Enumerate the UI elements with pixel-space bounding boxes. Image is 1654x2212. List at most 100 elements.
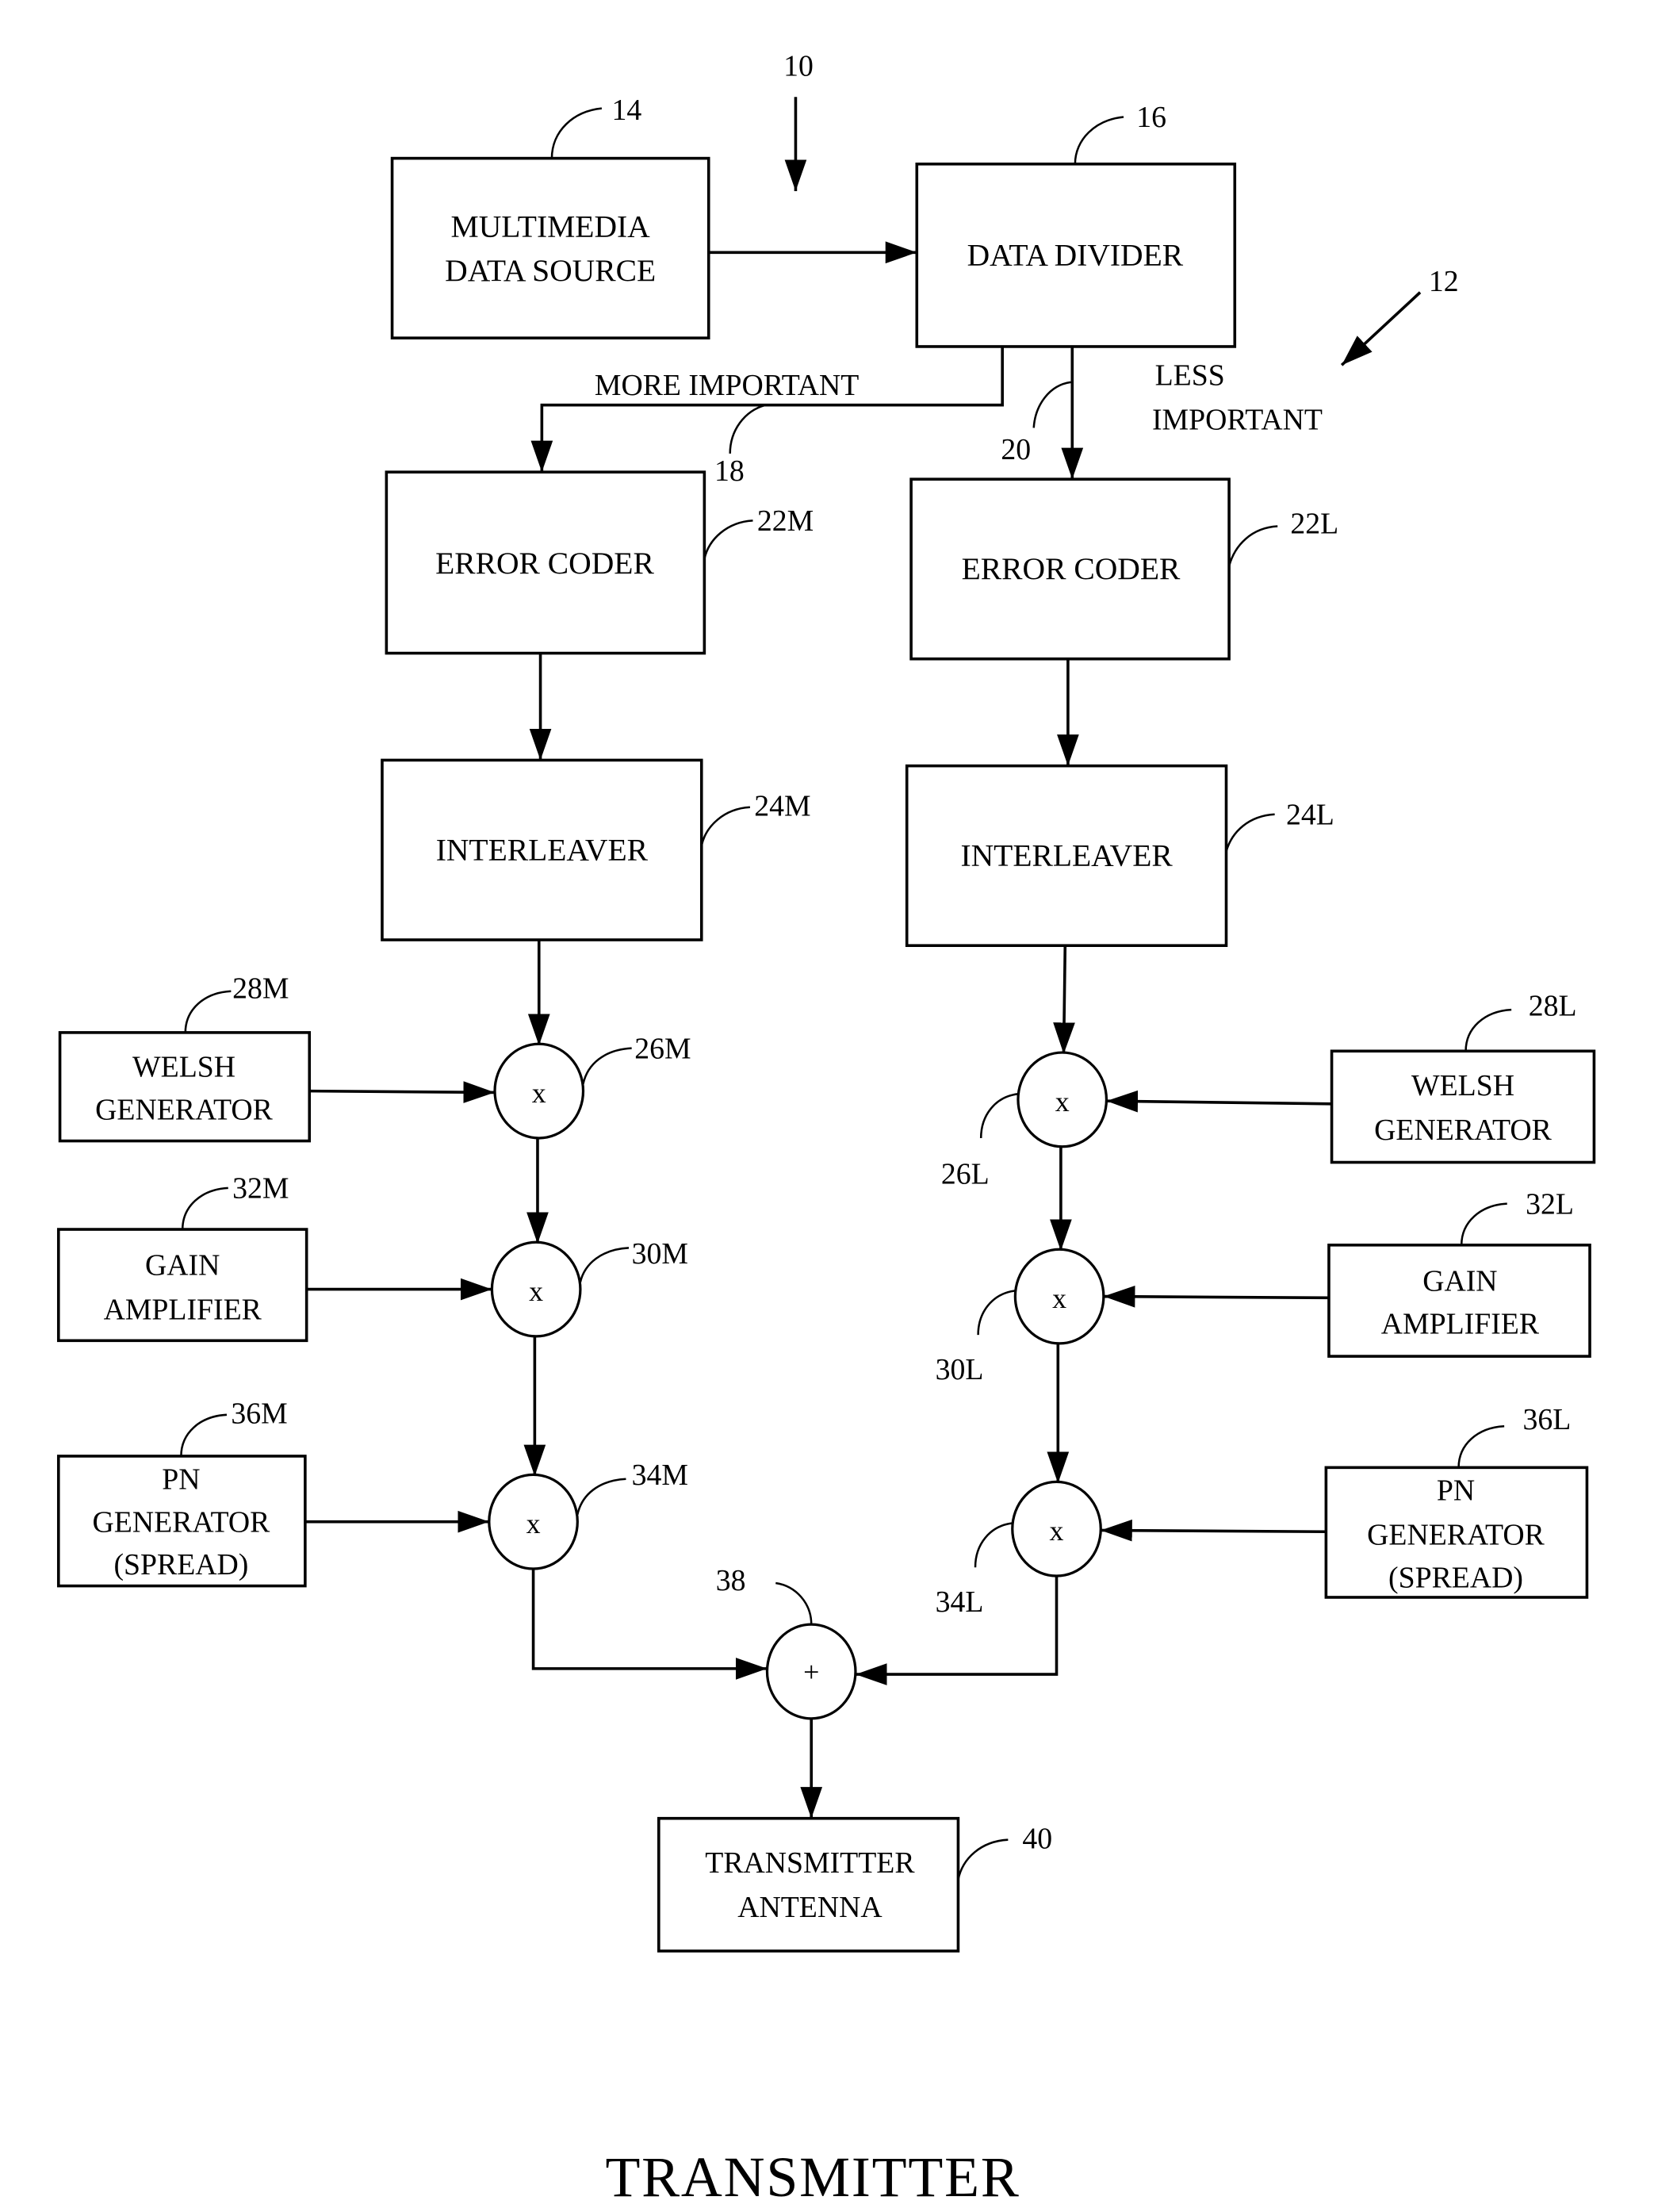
ref-leader [1460, 1202, 1507, 1245]
multiplier-34m: x 34M [488, 1459, 688, 1570]
ref-leader [729, 404, 767, 454]
ref-leader [1457, 1424, 1505, 1468]
block-label-line: MULTIMEDIA [451, 209, 651, 244]
ref-label-28l: 28L [1529, 989, 1577, 1022]
ref-leader [181, 1187, 228, 1230]
pn-l-to-34l-arrow [1101, 1519, 1327, 1542]
block-label-line: GENERATOR [93, 1505, 271, 1539]
ref-label-16: 16 [1136, 101, 1166, 134]
block-label-line: DATA SOURCE [445, 253, 656, 288]
gain-amplifier-m-block: GAIN AMPLIFIER 32M [56, 1171, 308, 1343]
ref-label-28m: 28M [232, 972, 289, 1006]
transmitter-block-diagram: 10 12 MULTIMEDIA DATA SOURCE 14 DATA DIV… [56, 49, 1596, 2209]
ref-label-32m: 32M [232, 1171, 289, 1205]
multiplier-30l: x 30L [936, 1248, 1105, 1386]
block-label-line: (SPREAD) [113, 1548, 248, 1581]
ref-label-26m: 26M [634, 1032, 691, 1065]
multiplier-26l: x 26L [941, 1051, 1108, 1191]
gain-amplifier-l-block: GAIN AMPLIFIER 32L [1327, 1187, 1591, 1358]
ref-leader [1074, 116, 1124, 164]
multiplier-34l: x 34L [936, 1480, 1102, 1619]
ref-leader [180, 1413, 228, 1456]
ref-leader [957, 1838, 1009, 1880]
block-label-line: GENERATOR [1374, 1114, 1553, 1147]
ref-leader [582, 1047, 632, 1084]
welsh-generator-m-block: WELSH GENERATOR 28M [58, 972, 312, 1143]
ref-label-32l: 32L [1526, 1187, 1574, 1221]
ref-leader [979, 1092, 1019, 1138]
ref-label-10: 10 [783, 49, 814, 82]
ref-leader [1227, 525, 1278, 567]
less-important-label-line: IMPORTANT [1152, 403, 1323, 436]
transmitter-reference-12: 12 [1340, 265, 1459, 366]
interleaver-to-26l-arrow [1053, 945, 1075, 1054]
more-important-path: MORE IMPORTANT 18 [530, 346, 1004, 488]
block-label-line: WELSH [1411, 1069, 1514, 1102]
figure-title: TRANSMITTER [605, 2145, 1020, 2209]
ref-leader [974, 1522, 1013, 1568]
ref-label-30l: 30L [936, 1353, 984, 1386]
ref-label-26l: 26L [941, 1158, 990, 1191]
ref-label-24l: 24L [1286, 798, 1334, 831]
interleaver-m-block: INTERLEAVER 24M [381, 758, 811, 941]
block-label-line: ERROR CODER [962, 551, 1181, 586]
ref-leader [576, 1478, 626, 1515]
error-coder-l-block: ERROR CODER 22L [909, 477, 1338, 661]
block-label-line: DATA DIVIDER [967, 237, 1184, 272]
transmitter-antenna-block: TRANSMITTER ANTENNA 40 [657, 1816, 1052, 1953]
ref-label-14: 14 [611, 94, 641, 127]
multiply-symbol: x [532, 1077, 546, 1109]
interleaver-l-block: INTERLEAVER 24L [905, 764, 1334, 948]
block-label-line: INTERLEAVER [960, 838, 1173, 873]
ref-leader [184, 990, 232, 1033]
ref-label-34l: 34L [936, 1585, 984, 1619]
ref-label-38: 38 [716, 1564, 746, 1597]
pn-generator-m-block: PN GENERATOR (SPREAD) 36M [56, 1397, 307, 1588]
multiplier-30m: x 30M [490, 1237, 688, 1338]
block-label-line: GENERATOR [95, 1094, 274, 1127]
ref-label-36l: 36L [1523, 1403, 1572, 1436]
ref-leader [1464, 1008, 1512, 1052]
pn-generator-l-block: PN GENERATOR (SPREAD) 36L [1324, 1403, 1589, 1599]
system-reference-10: 10 [783, 49, 814, 191]
ref-leader [977, 1290, 1016, 1336]
ref-label-20: 20 [1001, 433, 1031, 466]
ref-leader [550, 107, 603, 159]
more-important-arrow [530, 346, 1004, 473]
multiply-symbol: x [526, 1508, 541, 1539]
welsh-m-to-26m-arrow [309, 1081, 496, 1103]
transmitter-pointer-arrow [1340, 291, 1422, 366]
ref-label-22m: 22M [757, 504, 814, 538]
plus-symbol: + [803, 1656, 819, 1688]
block-label-line: GENERATOR [1367, 1518, 1545, 1551]
less-important-label-line: LESS [1155, 359, 1225, 393]
multiply-symbol: x [529, 1275, 543, 1307]
multiply-symbol: x [1055, 1086, 1070, 1118]
gain-l-to-30l-arrow [1103, 1285, 1329, 1308]
block-label-line: GAIN [145, 1249, 220, 1282]
multiply-symbol: x [1050, 1515, 1064, 1547]
summer-38: + 38 [716, 1564, 857, 1720]
multiply-symbol: x [1052, 1282, 1066, 1314]
block-label-line: WELSH [132, 1051, 235, 1084]
ref-label-36m: 36M [231, 1397, 287, 1431]
ref-leader [579, 1247, 630, 1282]
ref-label-40: 40 [1022, 1822, 1052, 1855]
block-label-line: ANTENNA [737, 1891, 882, 1924]
ref-label-30m: 30M [632, 1237, 688, 1271]
ref-leader [775, 1581, 813, 1625]
ref-label-34m: 34M [632, 1459, 688, 1492]
data-divider-block: DATA DIVIDER 16 [915, 101, 1237, 348]
ref-leader [1225, 813, 1275, 852]
ref-label-18: 18 [714, 454, 745, 488]
ref-leader [700, 806, 750, 846]
block-label-line: TRANSMITTER [705, 1846, 915, 1880]
block-label-line: ERROR CODER [435, 546, 654, 581]
ref-leader [1032, 381, 1071, 428]
multimedia-data-source-block: MULTIMEDIA DATA SOURCE 14 [390, 94, 710, 339]
block-label-line: (SPREAD) [1388, 1561, 1523, 1594]
block-label-line: AMPLIFIER [1381, 1307, 1540, 1340]
ref-label-12: 12 [1429, 265, 1459, 298]
welsh-generator-l-block: WELSH GENERATOR 28L [1330, 989, 1596, 1164]
block-label-line: INTERLEAVER [436, 832, 649, 867]
